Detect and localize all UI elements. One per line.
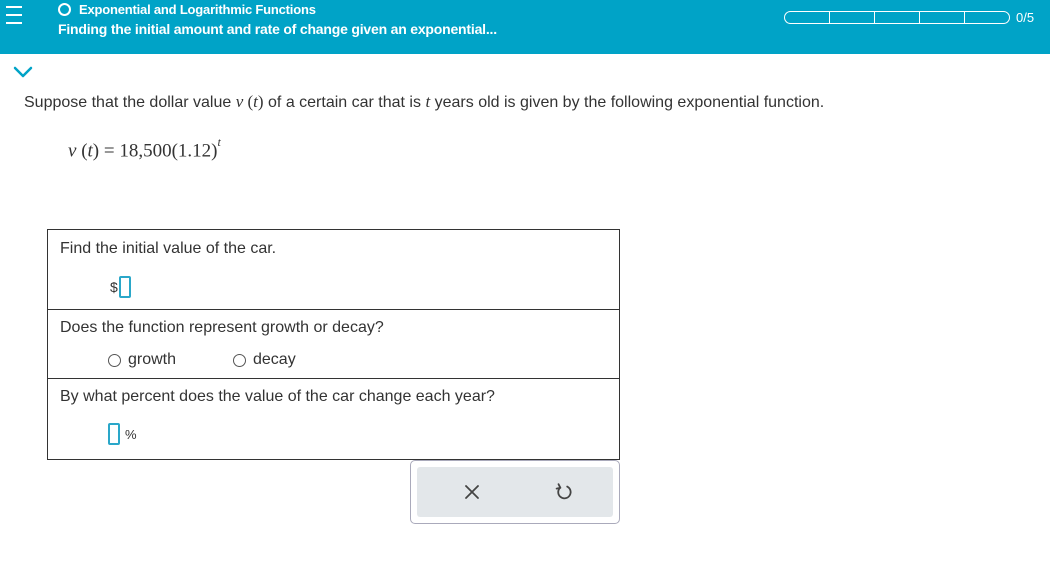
radio-label-growth[interactable]: growth — [128, 351, 176, 369]
dollar-prefix: $ — [110, 279, 118, 295]
progress-bar — [784, 11, 1010, 24]
exponential-formula: v (t) = 18,500(1.12)t — [68, 135, 221, 162]
progress-segment — [874, 11, 919, 24]
progress-segment — [919, 11, 964, 24]
percent-input[interactable] — [108, 423, 120, 445]
problem-intro: Suppose that the dollar value — [24, 94, 236, 111]
formula-exponent: t — [217, 135, 221, 149]
formula-coefficient: 18,500 — [119, 140, 172, 162]
question-text: Find the initial value of the car. — [60, 240, 277, 257]
problem-subtitle: Finding the initial amount and rate of c… — [58, 21, 497, 37]
problem-statement: Suppose that the dollar value v (t) of a… — [24, 92, 824, 112]
question-percent-change: By what percent does the value of the ca… — [47, 378, 620, 460]
question-text: By what percent does the value of the ca… — [60, 388, 495, 405]
question-initial-value: Find the initial value of the car. $ — [47, 229, 620, 310]
topic-row: Exponential and Logarithmic Functions — [58, 1, 316, 17]
topic-title: Exponential and Logarithmic Functions — [79, 1, 316, 17]
progress-segment — [784, 11, 829, 24]
progress-count: 0/5 — [1016, 10, 1035, 25]
radio-circle-icon[interactable] — [108, 353, 121, 367]
initial-value-input[interactable] — [118, 276, 131, 298]
undo-icon[interactable] — [551, 479, 577, 505]
percent-suffix: % — [125, 426, 137, 442]
top-bar: Exponential and Logarithmic Functions Fi… — [0, 0, 1050, 54]
hollow-circle-icon — [58, 2, 71, 16]
formula-open: ( — [76, 140, 88, 162]
answer-row: $ — [110, 276, 131, 298]
problem-tail: years old is given by the following expo… — [430, 94, 825, 111]
paren-open: ( — [243, 92, 254, 111]
formula-close: ) = — [92, 140, 120, 162]
problem-mid: of a certain car that is — [263, 94, 426, 111]
x-icon[interactable] — [459, 479, 485, 505]
question-growth-decay: Does the function represent growth or de… — [47, 309, 620, 379]
hamburger-menu-icon[interactable] — [0, 0, 38, 54]
progress-segment — [829, 11, 874, 24]
question-text: Does the function represent growth or de… — [60, 319, 384, 336]
action-panel — [410, 460, 620, 524]
radio-growth[interactable]: growth — [108, 351, 176, 369]
answer-row: % — [108, 423, 137, 445]
formula-base: (1.12) — [171, 140, 218, 162]
chevron-down-icon[interactable] — [8, 60, 38, 82]
radio-decay[interactable]: decay — [233, 351, 296, 369]
progress-segment — [964, 11, 1010, 24]
radio-label-decay[interactable]: decay — [253, 351, 296, 369]
radio-circle-icon[interactable] — [233, 353, 246, 367]
action-buttons — [417, 467, 613, 517]
